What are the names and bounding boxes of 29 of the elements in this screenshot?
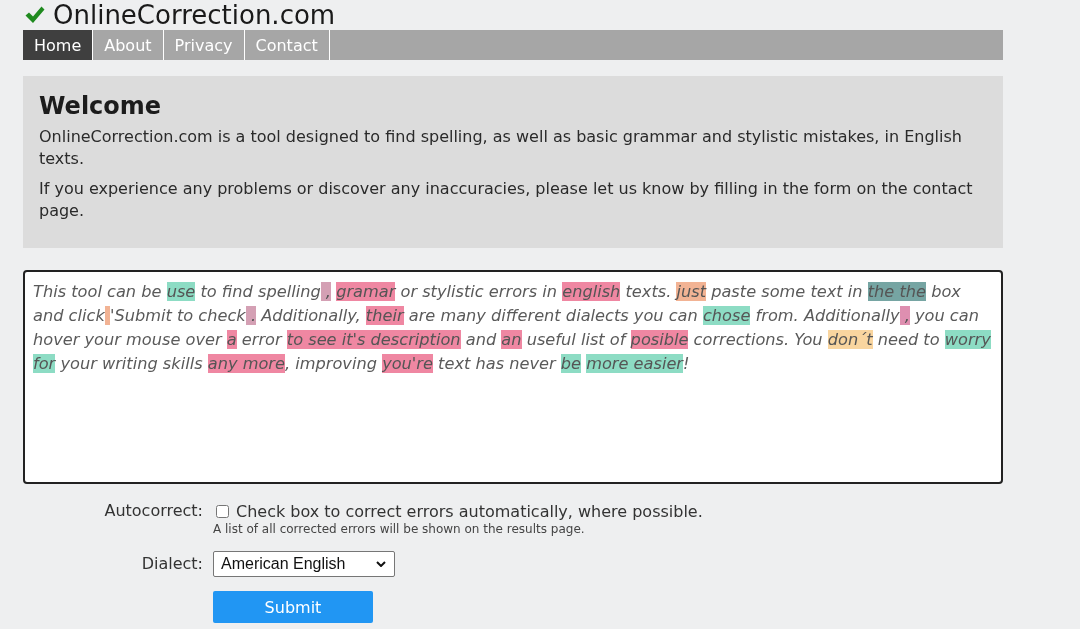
intro-paragraph: If you experience any problems or discover any inaccuracies, please let us know by filling in the form on the contact page.	[39, 178, 974, 222]
autocorrect-label: Autocorrect:	[104, 500, 203, 522]
error-highlight: don´t	[827, 330, 873, 349]
autocorrect-description: Check box to correct errors automatically, where possible.	[236, 501, 703, 521]
error-highlight: chose	[702, 306, 751, 325]
error-highlight: to see it's description	[286, 330, 461, 349]
error-highlight: english	[562, 282, 621, 301]
error-highlight: their	[365, 306, 404, 325]
error-highlight: ,	[899, 306, 910, 325]
intro-paragraph: OnlineCorrection.com is a tool designed to find spelling, as well as basic grammar and stylistic mistakes, in English texts.	[39, 126, 963, 170]
error-highlight: worry	[944, 330, 991, 349]
site-logo-text[interactable]: OnlineCorrection.com	[53, 0, 336, 30]
error-highlight: use	[166, 282, 196, 301]
dialect-select[interactable]: American English	[213, 551, 395, 577]
error-highlight: be	[560, 354, 581, 373]
autocorrect-checkbox[interactable]	[216, 504, 229, 518]
error-highlight: an	[501, 330, 522, 349]
error-highlight: a	[226, 330, 237, 349]
error-highlight: ,	[320, 282, 331, 301]
nav-link[interactable]: Home	[23, 30, 94, 60]
error-highlight: the the	[867, 282, 926, 301]
welcome-heading: Welcome	[39, 91, 162, 121]
dialect-label: Dialect:	[141, 553, 203, 575]
error-highlight: you're	[382, 354, 433, 373]
error-highlight: any more	[207, 354, 285, 373]
caret-icon	[376, 561, 386, 567]
error-highlight: .	[245, 306, 257, 325]
checkmark-icon	[25, 6, 45, 24]
autocorrect-hint: A list of all corrected errors will be shown on the results page.	[213, 522, 585, 537]
